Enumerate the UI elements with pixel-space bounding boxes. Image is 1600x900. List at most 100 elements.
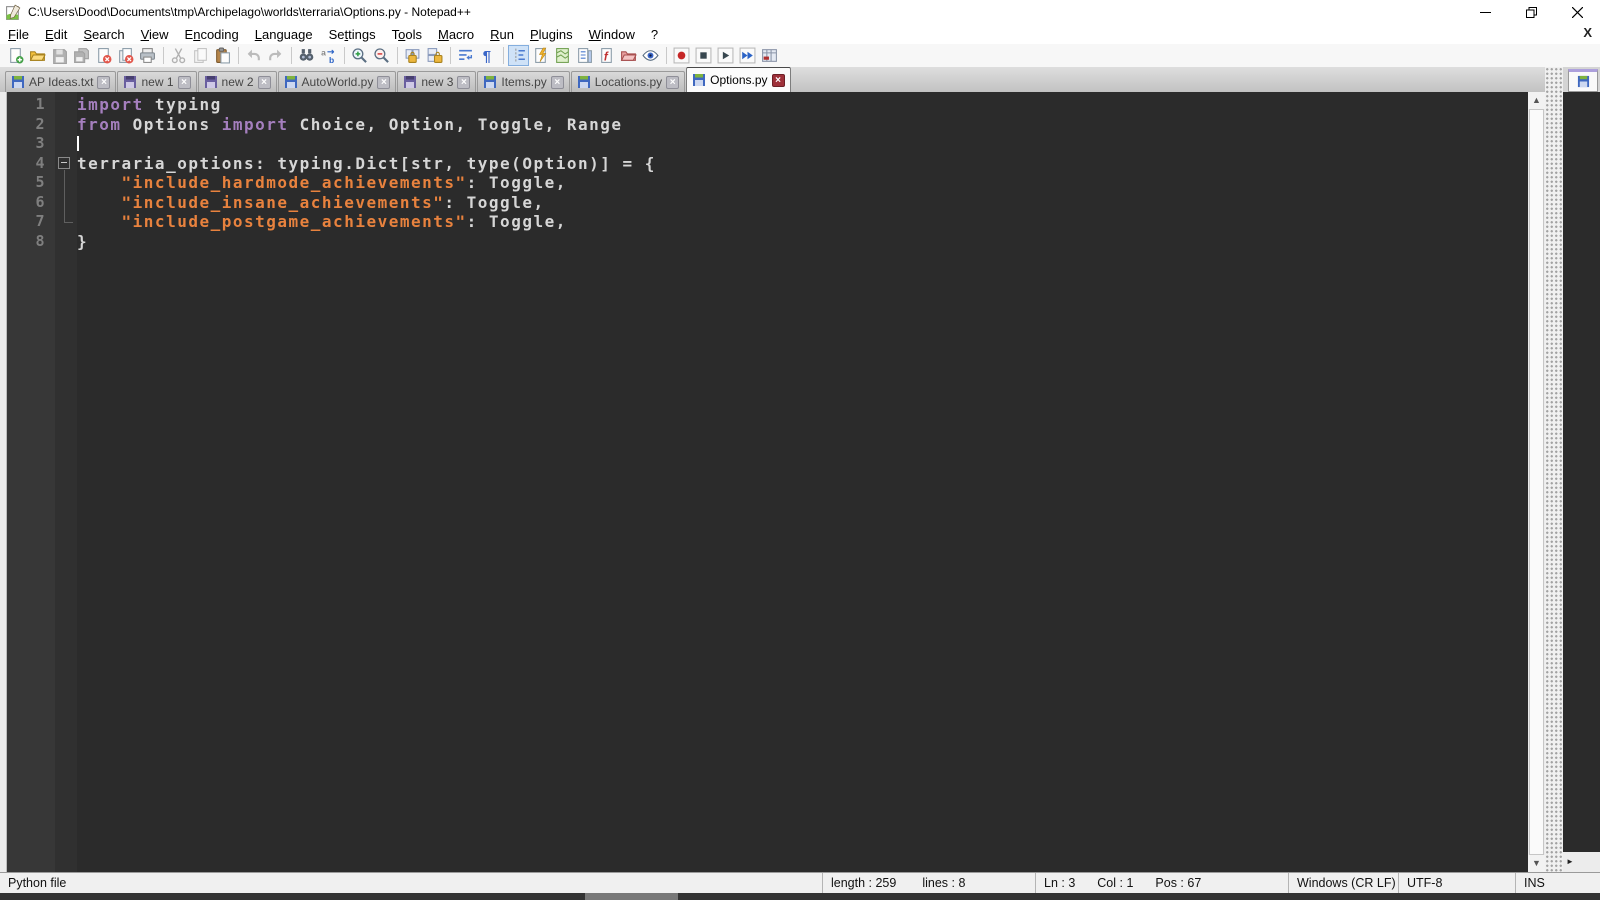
- menu-item-run[interactable]: Run: [482, 26, 522, 43]
- tab-close-icon[interactable]: ×: [257, 75, 271, 89]
- show-all-characters-button[interactable]: ¶: [477, 45, 498, 66]
- cut-button[interactable]: [168, 45, 189, 66]
- tab-close-icon[interactable]: ×: [377, 75, 391, 89]
- tab-locations-py[interactable]: Locations.py ×: [570, 71, 686, 92]
- sync-horizontal-button[interactable]: [424, 45, 445, 66]
- close-file-button[interactable]: [93, 45, 114, 66]
- zoom-out-button[interactable]: [371, 45, 392, 66]
- document-map-button[interactable]: [552, 45, 573, 66]
- code-text: terraria_options: typing.Dict[str, type(…: [77, 153, 656, 173]
- open-file-button[interactable]: [27, 45, 48, 66]
- macro-stop-button[interactable]: [693, 45, 714, 66]
- code-line[interactable]: 1 import typing: [7, 95, 1528, 115]
- macro-record-button[interactable]: [671, 45, 692, 66]
- monitoring-button[interactable]: [640, 45, 661, 66]
- code-text: import typing: [77, 95, 222, 114]
- second-view-scroll-corner[interactable]: ►: [1563, 852, 1600, 872]
- tab-autoworld-py[interactable]: AutoWorld.py ×: [277, 71, 397, 92]
- function-list-button[interactable]: f: [596, 45, 617, 66]
- macro-run-multiple-button[interactable]: [737, 45, 758, 66]
- monitoring-icon: [642, 50, 659, 61]
- line-number: 2: [35, 114, 46, 133]
- tab-close-icon[interactable]: ×: [550, 75, 564, 89]
- save-all-button[interactable]: [71, 45, 92, 66]
- menu-item-language[interactable]: Language: [247, 26, 321, 43]
- code-line[interactable]: 6 "include_insane_achievements": Toggle,: [7, 192, 1528, 212]
- status-encoding[interactable]: UTF-8: [1398, 873, 1515, 893]
- paste-button[interactable]: [212, 45, 233, 66]
- tab-close-icon[interactable]: ×: [97, 75, 111, 89]
- tab-new-2[interactable]: new 2 ×: [197, 71, 277, 92]
- scroll-down-icon[interactable]: ▼: [1528, 855, 1545, 872]
- vertical-scrollbar[interactable]: ▲ ▼: [1528, 92, 1545, 872]
- status-doc-type: Python file: [8, 876, 67, 890]
- menu-item-edit[interactable]: Edit: [37, 26, 75, 43]
- save-file-button[interactable]: [49, 45, 70, 66]
- folder-as-workspace-button[interactable]: [618, 45, 639, 66]
- status-insert-mode[interactable]: INS: [1515, 873, 1600, 893]
- copy-button[interactable]: [190, 45, 211, 66]
- tab-new-1[interactable]: new 1 ×: [117, 71, 197, 92]
- tab-new-3[interactable]: new 3 ×: [397, 71, 477, 92]
- svg-text:a: a: [321, 48, 326, 58]
- code-line[interactable]: 3: [7, 134, 1528, 154]
- menu-item-settings[interactable]: Settings: [321, 26, 384, 43]
- restore-button[interactable]: [1508, 0, 1554, 24]
- menubar-close-doc-icon[interactable]: X: [1583, 25, 1592, 40]
- tab-ap-ideas-txt[interactable]: AP Ideas.txt ×: [5, 71, 117, 92]
- code-editor[interactable]: 1 import typing 2 from Options import Choic…: [7, 92, 1528, 872]
- tab-close-icon[interactable]: ×: [771, 73, 785, 87]
- code-line[interactable]: 8}: [7, 232, 1528, 252]
- show-indent-guide-button[interactable]: [508, 45, 529, 66]
- vertical-scrollbar-thumb[interactable]: [1529, 109, 1544, 855]
- undo-button[interactable]: [243, 45, 264, 66]
- status-length: length : 259: [831, 876, 897, 890]
- zoom-in-button[interactable]: [349, 45, 370, 66]
- pane-splitter[interactable]: [1545, 67, 1563, 872]
- code-line[interactable]: 5 "include_hardmode_achievements": Toggl…: [7, 173, 1528, 193]
- tab-label: new 2: [221, 75, 254, 89]
- menu-item-window[interactable]: Window: [581, 26, 643, 43]
- code-text: "include_hardmode_achievements": Toggle,: [121, 173, 567, 192]
- code-line[interactable]: 4 terraria_options: typing.Dict[str, type…: [7, 153, 1528, 173]
- close-button[interactable]: [1554, 0, 1600, 24]
- menu-item-help[interactable]: ?: [643, 26, 666, 43]
- function-completion-button[interactable]: [530, 45, 551, 66]
- code-text: }: [77, 231, 89, 251]
- close-all-button[interactable]: [115, 45, 136, 66]
- sync-vertical-button[interactable]: [402, 45, 423, 66]
- menu-item-macro[interactable]: Macro: [430, 26, 482, 43]
- code-line[interactable]: 7 "include_postgame_achievements": Toggl…: [7, 212, 1528, 232]
- tab-options-py[interactable]: Options.py ×: [686, 67, 791, 92]
- code-line[interactable]: 2 from Options import Choice, Option, Tog…: [7, 115, 1528, 135]
- menu-item-encoding[interactable]: Encoding: [177, 26, 247, 43]
- print-button[interactable]: [137, 45, 158, 66]
- menu-item-file[interactable]: File: [0, 26, 37, 43]
- tab-label: Locations.py: [594, 75, 663, 89]
- minimize-button[interactable]: [1462, 0, 1508, 24]
- menu-item-plugins[interactable]: Plugins: [522, 26, 581, 43]
- menu-item-search[interactable]: Search: [75, 26, 132, 43]
- tab-items-py[interactable]: Items.py ×: [477, 71, 570, 92]
- menu-item-tools[interactable]: Tools: [384, 26, 430, 43]
- macro-save-button[interactable]: [759, 45, 780, 66]
- fold-collapse-icon[interactable]: [58, 157, 70, 170]
- macro-play-button[interactable]: [715, 45, 736, 66]
- status-eol-format[interactable]: Windows (CR LF): [1288, 873, 1398, 893]
- find-button[interactable]: [296, 45, 317, 66]
- menu-item-view[interactable]: View: [133, 26, 177, 43]
- line-number: 1: [35, 95, 46, 113]
- tab-close-icon[interactable]: ×: [666, 75, 680, 89]
- second-view-partial-tab[interactable]: [1568, 69, 1598, 92]
- redo-button[interactable]: [265, 45, 286, 66]
- word-wrap-button[interactable]: [455, 45, 476, 66]
- new-file-button[interactable]: [5, 45, 26, 66]
- taskbar-active-app-indicator[interactable]: [585, 893, 678, 900]
- tab-close-icon[interactable]: ×: [177, 75, 191, 89]
- saved-file-icon: [577, 76, 590, 88]
- tab-close-icon[interactable]: ×: [457, 75, 471, 89]
- replace-button[interactable]: ab: [318, 45, 339, 66]
- document-list-button[interactable]: [574, 45, 595, 66]
- scroll-up-icon[interactable]: ▲: [1528, 92, 1545, 109]
- zoom-out-icon: [374, 48, 389, 63]
